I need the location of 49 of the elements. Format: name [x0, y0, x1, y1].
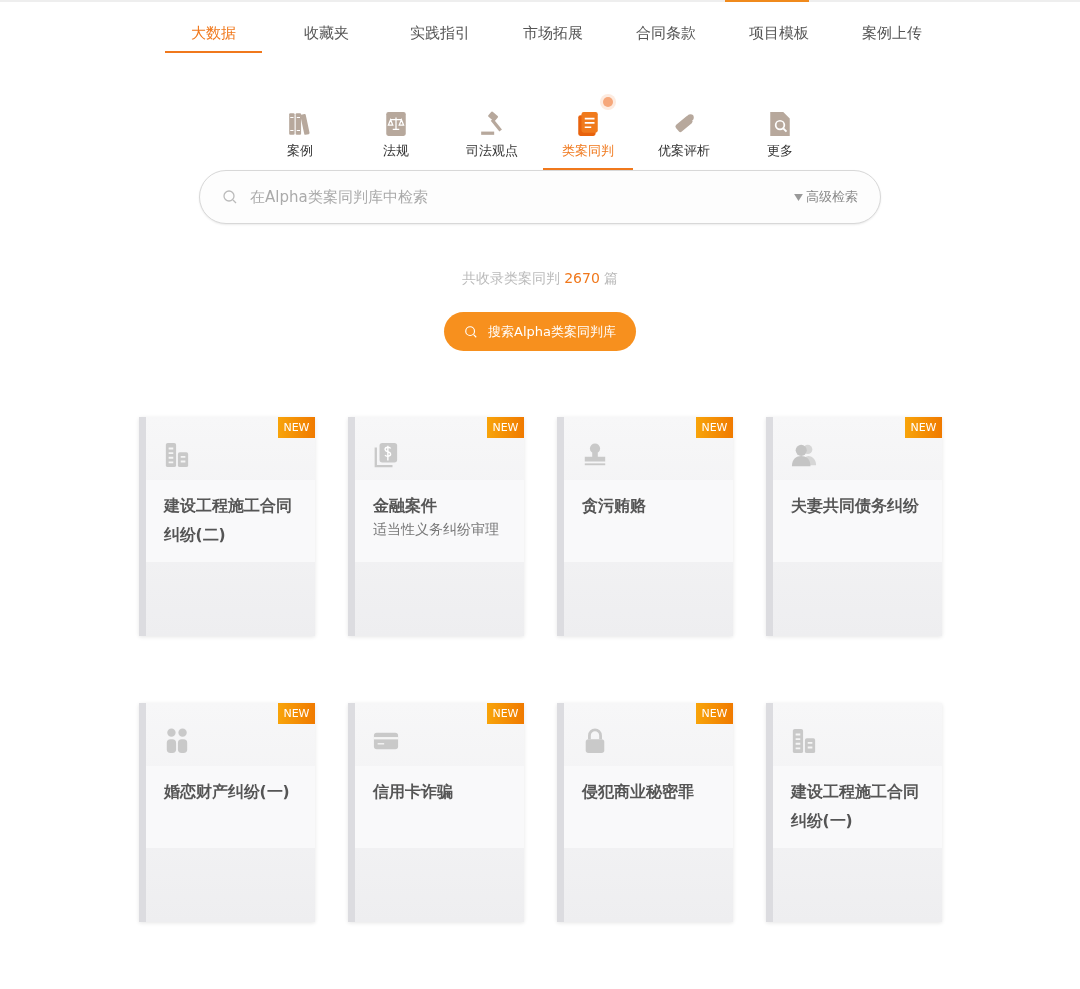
new-badge: NEW [696, 417, 733, 438]
new-badge: NEW [696, 703, 733, 724]
card-title: 金融案件 [372, 496, 438, 517]
topic-card[interactable]: NEW 婚恋财产纠纷(一) [138, 703, 315, 922]
card-title: 夫妻共同债务纠纷 [790, 496, 920, 517]
topic-card[interactable]: NEW 夫妻共同债务纠纷 [765, 417, 942, 636]
count-text: 共收录类案同判 2670 篇 [461, 270, 619, 286]
card-title: 信用卡诈骗 [372, 782, 454, 803]
people-icon [790, 442, 817, 468]
nav-tab[interactable]: 收藏夹 [278, 24, 375, 53]
card-subtitle: 适当性义务纠纷审理 [372, 521, 500, 539]
nav-tab[interactable]: 市场拓展 [504, 24, 601, 53]
document-search-icon [767, 111, 793, 137]
category-tab[interactable]: 司法观点 [447, 111, 537, 170]
new-badge: NEW [278, 703, 315, 724]
topic-card[interactable]: NEW 侵犯商业秘密罪 [556, 703, 733, 922]
nav-tab[interactable]: 实践指引 [391, 24, 488, 53]
search-icon [464, 324, 478, 339]
topic-card[interactable]: NEW 建设工程施工合同纠纷(二) [138, 417, 315, 636]
category-tab[interactable]: 法规 [351, 111, 441, 170]
law-book-icon [383, 111, 409, 137]
category-tab[interactable]: 优案评析 [639, 111, 729, 170]
nav-tab[interactable]: 合同条款 [617, 24, 714, 53]
new-badge: NEW [905, 417, 942, 438]
money-document-icon [372, 442, 399, 468]
topic-card[interactable]: NEW 金融案件 适当性义务纠纷审理 [347, 417, 524, 636]
new-badge: NEW [487, 417, 524, 438]
card-title: 贪污贿赂 [581, 496, 647, 517]
category-tab[interactable]: 案例 [255, 111, 345, 170]
building-icon [790, 728, 817, 754]
gavel-icon [479, 111, 505, 137]
nav-tab[interactable]: 案例上传 [843, 24, 940, 53]
new-badge: NEW [278, 417, 315, 438]
topic-card[interactable]: NEW 信用卡诈骗 [347, 703, 524, 922]
card-title: 建设工程施工合同纠纷(二) [163, 496, 293, 546]
card-title: 婚恋财产纠纷(一) [163, 782, 291, 803]
search-icon [222, 189, 238, 205]
card-title: 建设工程施工合同纠纷(一) [790, 782, 920, 832]
dropdown-triangle-icon [794, 193, 803, 201]
search-field[interactable]: 在Alpha类案同判库中检索 高级检索 [199, 170, 881, 224]
topic-card[interactable]: 建设工程施工合同纠纷(一) [765, 703, 942, 922]
building-icon [163, 442, 190, 468]
topic-card[interactable]: NEW 贪污贿赂 [556, 417, 733, 636]
category-tab[interactable]: 更多 [735, 111, 825, 170]
document-icon [575, 111, 601, 137]
advanced-search-link[interactable]: 高级检索 [794, 188, 858, 206]
card-title: 侵犯商业秘密罪 [581, 782, 695, 803]
nav-tab[interactable]: 项目模板 [730, 24, 827, 53]
new-badge: NEW [487, 703, 524, 724]
